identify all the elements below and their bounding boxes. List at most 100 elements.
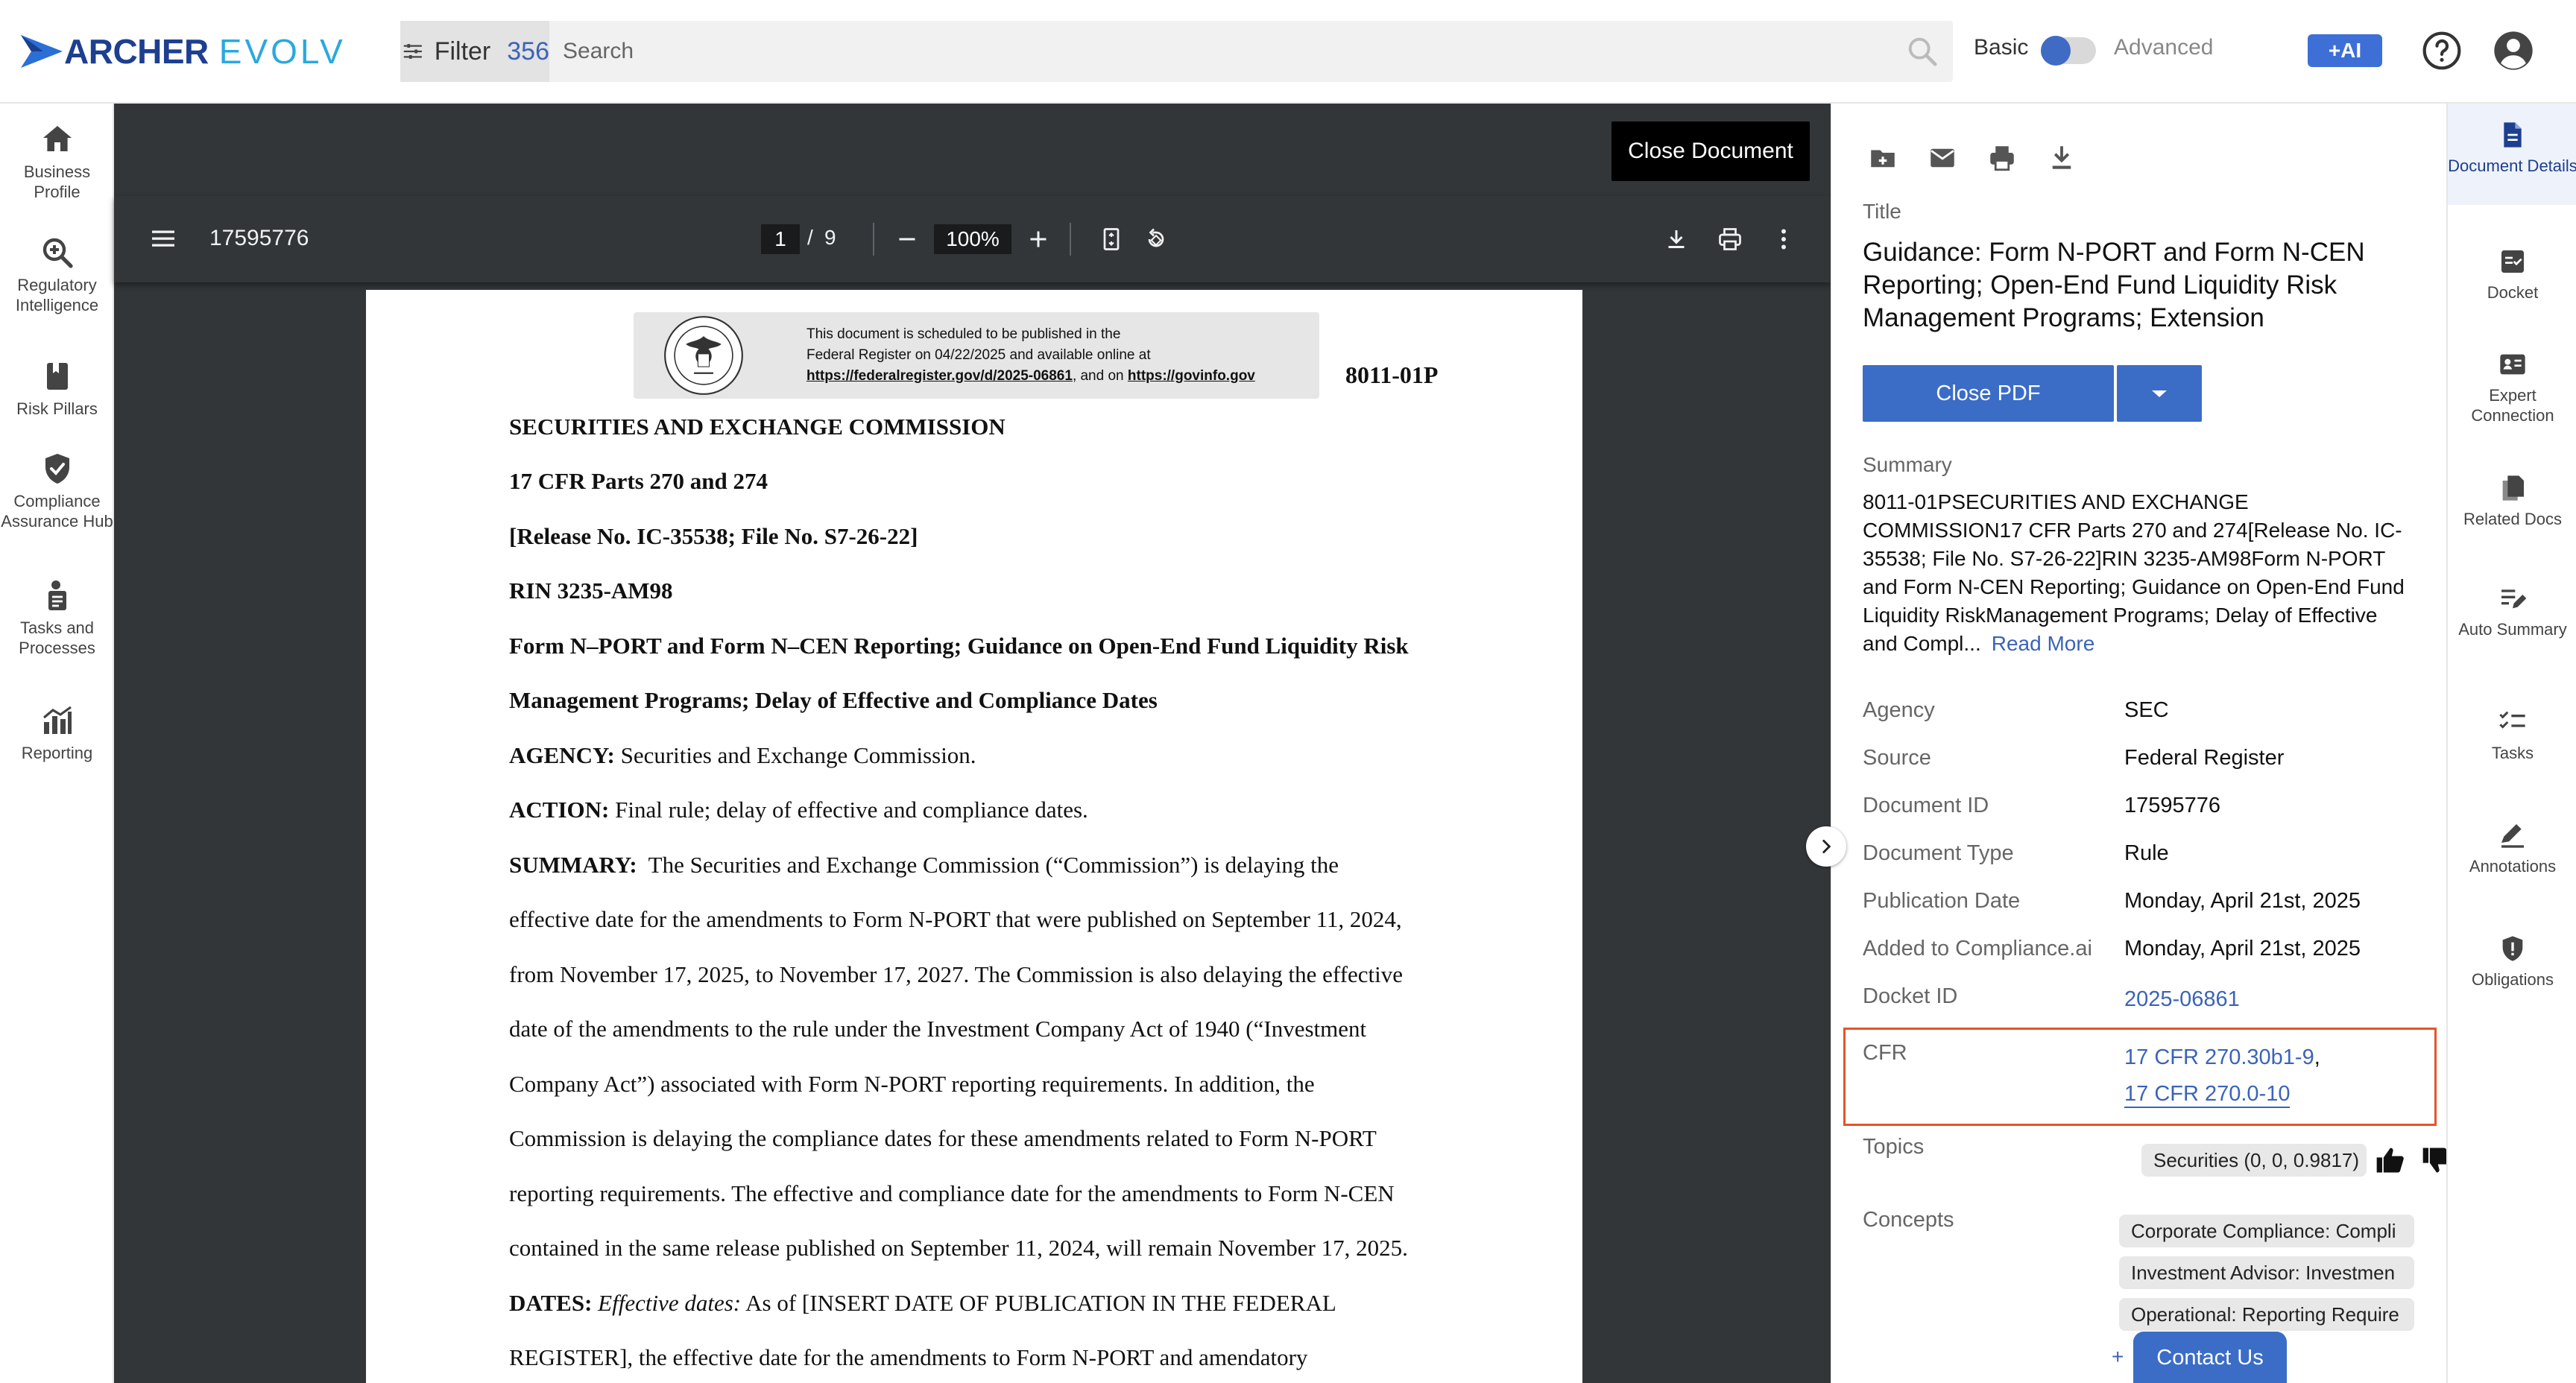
read-more-link[interactable]: Read More <box>1992 632 2095 655</box>
nav-business-profile[interactable]: Business Profile <box>0 121 114 202</box>
concept-chip[interactable]: Investment Advisor: Investmen <box>2119 1256 2414 1289</box>
add-concept-icon[interactable]: + <box>2112 1345 2124 1369</box>
nav-tasks-and-processes[interactable]: Tasks and Processes <box>0 577 114 658</box>
menu-icon[interactable] <box>150 227 177 250</box>
close-pdf-dropdown-button[interactable] <box>2117 365 2202 422</box>
rail-annotations[interactable]: Annotations <box>2448 820 2576 876</box>
pdf-body-line: effective date for the amendments to For… <box>509 906 1402 932</box>
meta-value: Monday, April 21st, 2025 <box>2124 889 2361 913</box>
rail-tasks[interactable]: Tasks <box>2448 707 2576 763</box>
rail-label: Tasks <box>2491 744 2534 762</box>
meta-key: Publication Date <box>1863 889 2021 913</box>
magnify-plus-icon <box>42 238 73 268</box>
right-icon-rail: Document Details Docket Expert Connectio… <box>2446 104 2576 1383</box>
search-icon[interactable] <box>1905 34 1939 69</box>
more-vert-icon[interactable] <box>1770 226 1797 253</box>
rail-auto-summary[interactable]: Auto Summary <box>2448 583 2576 639</box>
pdf-scroll-area[interactable]: This document is scheduled to be publish… <box>114 282 1831 1383</box>
summary-text: The Securities and Exchange Commission (… <box>637 852 1339 878</box>
pdf-viewer: Close Document 17595776 1 / 9 100% This … <box>114 104 1846 1383</box>
national-archives-seal-icon <box>664 316 743 395</box>
filter-button[interactable]: Filter 356 <box>400 21 549 82</box>
topic-chip[interactable]: Securities (0, 0, 0.9817) <box>2141 1144 2367 1177</box>
page-number-input[interactable]: 1 <box>761 224 800 254</box>
archer-evolv-logo[interactable]: ARCHER EVOLV <box>21 32 346 71</box>
rail-expert-connection[interactable]: Expert Connection <box>2448 349 2576 425</box>
pdf-heading: [Release No. IC-35538; File No. S7-26-22… <box>509 523 918 549</box>
cfr-link-1[interactable]: 17 CFR 270.30b1-9 <box>2124 1045 2314 1069</box>
close-pdf-button[interactable]: Close PDF <box>1863 365 2114 422</box>
concept-chip[interactable]: Operational: Reporting Require <box>2119 1298 2414 1331</box>
agency-text: Securities and Exchange Commission. <box>614 742 976 768</box>
cfr-highlight-box <box>1843 1028 2437 1126</box>
pdf-dates-line: DATES: Effective dates: As of [INSERT DA… <box>509 1290 1336 1317</box>
logo-evolv-text: EVOLV <box>218 32 346 71</box>
print-icon[interactable] <box>1717 226 1743 253</box>
action-text: Final rule; delay of effective and compl… <box>609 797 1088 823</box>
edit-lines-icon <box>2501 589 2527 609</box>
pdf-page: This document is scheduled to be publish… <box>366 290 1582 1383</box>
meta-value: Rule <box>2124 841 2169 865</box>
add-folder-icon[interactable] <box>1867 142 1898 174</box>
meta-value: SEC <box>2124 698 2169 722</box>
user-account-icon[interactable] <box>2493 30 2534 72</box>
dates-italic: Effective dates: <box>592 1290 742 1316</box>
toolbar-divider <box>873 223 874 256</box>
cfr-link-2[interactable]: 17 CFR 270.0-10 <box>2124 1082 2291 1108</box>
copy-icon <box>2502 475 2524 501</box>
rail-docket[interactable]: Docket <box>2448 247 2576 303</box>
pdf-summary-line: SUMMARY: The Securities and Exchange Com… <box>509 852 1339 879</box>
fit-page-icon[interactable] <box>1098 226 1125 253</box>
concepts-key: Concepts <box>1863 1208 1954 1232</box>
pdf-body-line: REGISTER], the effective date for the am… <box>509 1344 1308 1370</box>
thumbs-down-icon[interactable] <box>2420 1144 2446 1177</box>
download-icon[interactable] <box>2046 142 2077 174</box>
stamp-line: Federal Register on 04/22/2025 and avail… <box>806 347 1151 363</box>
nav-regulatory-intelligence[interactable]: Regulatory Intelligence <box>0 235 114 315</box>
contact-us-button[interactable]: Contact Us <box>2133 1332 2287 1383</box>
cfr-comma: , <box>2314 1045 2320 1069</box>
print-icon[interactable] <box>1986 142 2018 174</box>
email-icon[interactable] <box>1927 142 1958 174</box>
page-separator: / <box>807 226 813 249</box>
sliders-icon <box>403 44 423 59</box>
nav-risk-pillars[interactable]: Risk Pillars <box>0 358 114 419</box>
rotate-icon[interactable] <box>1143 226 1169 253</box>
rail-obligations[interactable]: Obligations <box>2448 934 2576 990</box>
collapse-panel-button[interactable] <box>1806 826 1846 867</box>
pdf-document-number: 17595776 <box>209 226 309 250</box>
federal-register-link[interactable]: https://federalregister.gov/d/2025-06861 <box>806 368 1073 384</box>
meta-value: Monday, April 21st, 2025 <box>2124 937 2361 960</box>
rail-related-docs[interactable]: Related Docs <box>2448 473 2576 529</box>
left-navigation: Business Profile Regulatory Intelligence… <box>0 104 114 1383</box>
docket-id-link[interactable]: 2025-06861 <box>2124 987 2240 1012</box>
caret-down-icon <box>2152 390 2167 397</box>
pdf-body-line: from November 17, 2025, to November 17, … <box>509 961 1404 987</box>
help-icon[interactable] <box>2421 30 2463 72</box>
cfr-key: CFR <box>1863 1041 1907 1065</box>
zoom-level-input[interactable]: 100% <box>934 224 1011 254</box>
zoom-out-icon[interactable] <box>894 226 921 253</box>
zoom-in-icon[interactable] <box>1025 226 1052 253</box>
rail-document-details[interactable]: Document Details <box>2448 104 2576 205</box>
mode-advanced-label: Advanced <box>2114 35 2214 60</box>
meta-key: Agency <box>1863 698 1935 722</box>
summary-label: SUMMARY: <box>509 852 637 878</box>
nav-reporting[interactable]: Reporting <box>0 703 114 763</box>
basic-advanced-toggle[interactable] <box>2041 36 2096 66</box>
ai-button[interactable]: +AI <box>2308 34 2382 67</box>
toolbar-divider <box>1070 223 1071 256</box>
nav-compliance-assurance-hub[interactable]: Compliance Assurance Hub <box>0 451 114 531</box>
search-input[interactable] <box>563 21 1830 82</box>
govinfo-link[interactable]: https://govinfo.gov <box>1128 368 1255 384</box>
pdf-body-line: Company Act”) associated with Form N-POR… <box>509 1071 1315 1097</box>
nav-label: Regulatory Intelligence <box>15 276 99 314</box>
concept-chip[interactable]: Corporate Compliance: Compli <box>2119 1215 2414 1247</box>
pdf-heading: 17 CFR Parts 270 and 274 <box>509 468 768 494</box>
pdf-heading: Management Programs; Delay of Effective … <box>509 687 1158 713</box>
download-icon[interactable] <box>1663 226 1690 253</box>
close-document-button[interactable]: Close Document <box>1611 121 1810 181</box>
thumbs-up-icon[interactable] <box>2374 1144 2407 1177</box>
action-label: ACTION: <box>509 797 610 823</box>
pdf-body-line: contained in the same release published … <box>509 1235 1408 1261</box>
